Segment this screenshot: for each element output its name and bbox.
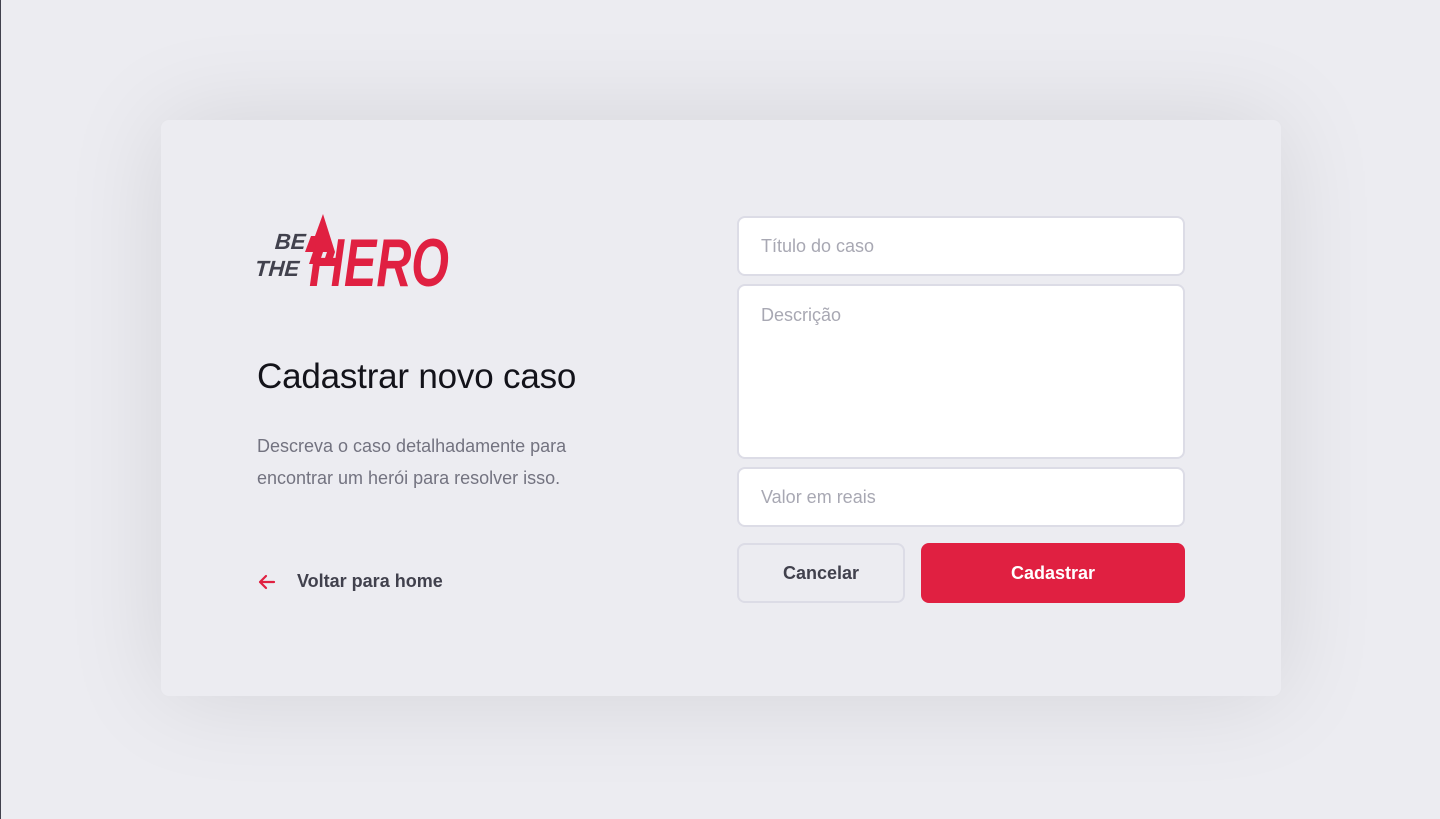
- register-case-card: BE THE HERO Cadastrar novo caso Descreva…: [161, 120, 1281, 696]
- case-title-input[interactable]: [737, 216, 1185, 276]
- back-to-home-link[interactable]: Voltar para home: [257, 571, 443, 592]
- case-description-textarea[interactable]: [737, 284, 1185, 459]
- logo-text-the: THE: [257, 256, 301, 281]
- intro-section: BE THE HERO Cadastrar novo caso Descreva…: [257, 214, 637, 494]
- submit-button[interactable]: Cadastrar: [921, 543, 1185, 603]
- back-link-label: Voltar para home: [297, 571, 443, 591]
- page-title: Cadastrar novo caso: [257, 357, 577, 396]
- logo-text-hero: HERO: [309, 225, 449, 300]
- new-case-form: Cancelar Cadastrar: [737, 216, 1185, 603]
- be-the-hero-logo: BE THE HERO: [257, 214, 449, 300]
- case-value-input[interactable]: [737, 467, 1185, 527]
- logo-text-be: BE: [274, 229, 308, 254]
- form-actions: Cancelar Cadastrar: [737, 543, 1185, 603]
- cancel-button[interactable]: Cancelar: [737, 543, 905, 603]
- arrow-left-icon: [257, 572, 277, 592]
- page-description: Descreva o caso detalhadamente para enco…: [257, 436, 567, 488]
